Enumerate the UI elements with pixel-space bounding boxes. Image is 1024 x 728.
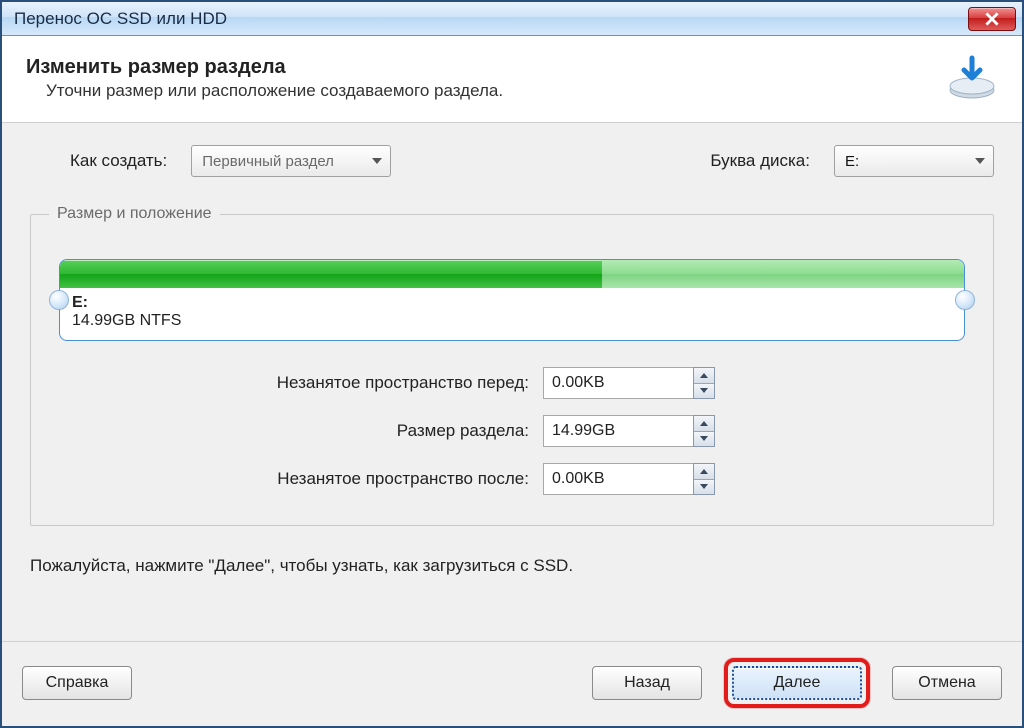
size-steppers [693,415,715,447]
window-title: Перенос ОС SSD или HDD [14,9,227,29]
before-steppers [693,367,715,399]
close-button[interactable] [968,7,1016,31]
field-size: Размер раздела: [49,415,715,447]
size-label: Размер раздела: [397,421,529,441]
drive-dropdown[interactable]: E: [834,145,994,177]
after-step-up[interactable] [694,464,714,479]
chevron-up-icon [700,421,708,426]
after-spinner [543,463,715,495]
chevron-down-icon [372,158,382,164]
cancel-button[interactable]: Отмена [892,666,1002,700]
chevron-down-icon [700,388,708,393]
chevron-down-icon [700,436,708,441]
partition-slider[interactable]: E: 14.99GB NTFS [59,259,965,341]
size-step-down[interactable] [694,431,714,447]
size-input[interactable] [543,415,693,447]
after-input[interactable] [543,463,693,495]
create-value: Первичный раздел [202,153,334,170]
back-button[interactable]: Назад [592,666,702,700]
chevron-up-icon [700,469,708,474]
help-button[interactable]: Справка [22,666,132,700]
partition-info: E: 14.99GB NTFS [60,288,964,340]
footer: Справка Назад Далее Отмена [2,641,1022,726]
titlebar: Перенос ОС SSD или HDD [2,2,1022,36]
size-step-up[interactable] [694,416,714,431]
footer-right: Назад Далее Отмена [592,658,1002,708]
slider-handle-right[interactable] [955,290,975,310]
page-subtitle: Уточни размер или расположение создаваем… [26,81,503,101]
after-label: Незанятое пространство после: [277,469,529,489]
drive-label: Буква диска: [710,151,810,171]
partition-size-text: 14.99GB NTFS [72,312,952,330]
before-step-up[interactable] [694,368,714,383]
content-area: Как создать: Первичный раздел Буква диск… [2,123,1022,641]
before-label: Незанятое пространство перед: [277,373,529,393]
size-position-legend: Размер и положение [49,205,220,223]
chevron-up-icon [700,373,708,378]
partition-label: E: [72,294,952,312]
chevron-down-icon [975,158,985,164]
slider-handle-left[interactable] [49,290,69,310]
partition-used [60,260,602,288]
create-dropdown[interactable]: Первичный раздел [191,145,391,177]
hint-text: Пожалуйста, нажмите "Далее", чтобы узнат… [30,556,994,576]
page-title: Изменить размер раздела [26,56,503,79]
after-steppers [693,463,715,495]
disk-download-icon [946,52,998,104]
size-fields: Незанятое пространство перед: Размер раз… [49,367,975,495]
partition-box: E: 14.99GB NTFS [59,259,965,341]
next-button-highlight: Далее [724,658,870,708]
chevron-down-icon [700,484,708,489]
before-spinner [543,367,715,399]
drive-value: E: [845,153,859,170]
header-text: Изменить размер раздела Уточни размер ил… [26,56,503,101]
wizard-header: Изменить размер раздела Уточни размер ил… [2,36,1022,123]
options-row: Как создать: Первичный раздел Буква диск… [30,145,994,177]
partition-bar [60,260,964,288]
before-step-down[interactable] [694,383,714,399]
after-step-down[interactable] [694,479,714,495]
field-after: Незанятое пространство после: [49,463,715,495]
close-icon [985,12,999,26]
dialog-window: Перенос ОС SSD или HDD Изменить размер р… [0,0,1024,728]
create-label: Как создать: [70,151,167,171]
before-input[interactable] [543,367,693,399]
size-spinner [543,415,715,447]
partition-free [602,260,964,288]
field-before: Незанятое пространство перед: [49,367,715,399]
next-button[interactable]: Далее [732,666,862,700]
size-position-group: Размер и положение E: 14.99GB NTFS [30,205,994,526]
